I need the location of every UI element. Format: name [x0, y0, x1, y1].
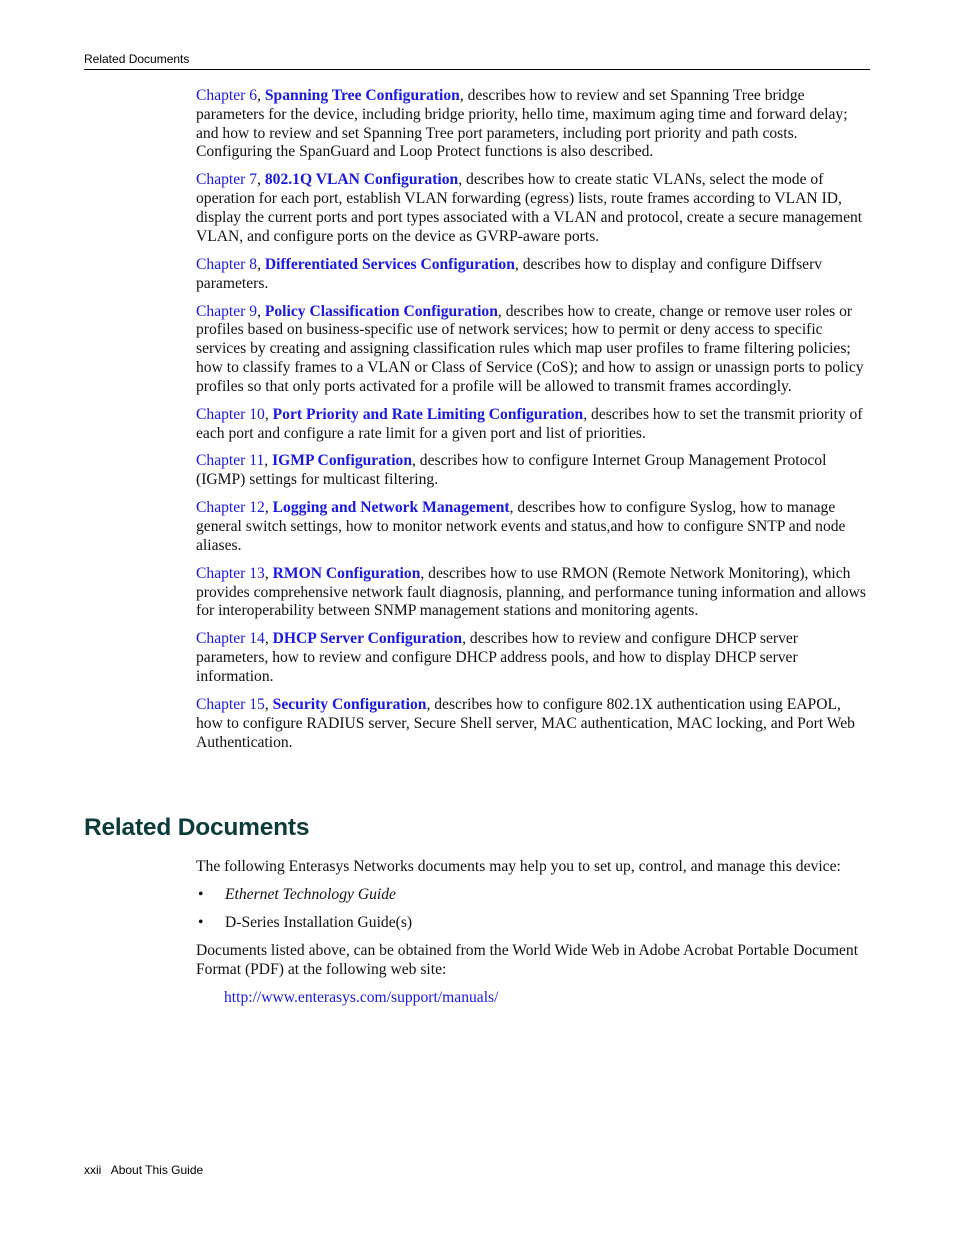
chapter-entry: Chapter 9, Policy Classification Configu… — [196, 302, 864, 395]
chapter-title-link[interactable]: Security Configuration — [273, 696, 427, 713]
chapter-entry: Chapter 15, Security Configuration, desc… — [196, 696, 855, 751]
document-title: D-Series Installation Guide(s) — [225, 913, 413, 931]
chapter-title-link[interactable]: Logging and Network Management — [273, 499, 510, 516]
chapter-entry: Chapter 10, Port Priority and Rate Limit… — [196, 405, 863, 442]
chapter-title-link[interactable]: Port Priority and Rate Limiting Configur… — [273, 406, 584, 423]
chapter-title-link[interactable]: Differentiated Services Configuration — [265, 256, 515, 273]
chapter-ref-link[interactable]: Chapter 13 — [196, 565, 265, 582]
chapter-entry: Chapter 12, Logging and Network Manageme… — [196, 499, 846, 554]
related-intro: The following Enterasys Networks documen… — [196, 858, 841, 875]
chapter-entry: Chapter 11, IGMP Configuration, describe… — [196, 452, 827, 489]
chapter-entry: Chapter 13, RMON Configuration, describe… — [196, 564, 866, 620]
footer-section-title: About This Guide — [110, 1163, 204, 1177]
running-header-title: Related Documents — [84, 52, 190, 66]
chapter-ref-link[interactable]: Chapter 12 — [196, 499, 265, 516]
related-documents-list: • Ethernet Technology Guide • D-Series I… — [196, 886, 871, 933]
document-title: Ethernet Technology Guide — [225, 885, 396, 903]
chapter-title-link[interactable]: IGMP Configuration — [272, 452, 412, 469]
chapter-entry: Chapter 8, Differentiated Services Confi… — [196, 255, 823, 292]
bullet-icon: • — [198, 885, 204, 903]
chapter-ref-link[interactable]: Chapter 14 — [196, 630, 265, 647]
bullet-icon: • — [198, 913, 204, 931]
chapter-title-link[interactable]: Policy Classification Configuration — [265, 303, 498, 320]
chapter-title-link[interactable]: 802.1Q VLAN Configuration — [265, 171, 458, 188]
chapter-entry: Chapter 6, Spanning Tree Configuration, … — [196, 87, 848, 161]
chapter-ref-link[interactable]: Chapter 6 — [196, 87, 257, 104]
manuals-url-link[interactable]: http://www.enterasys.com/support/manuals… — [224, 989, 871, 1008]
list-item: • D-Series Installation Guide(s) — [196, 914, 871, 933]
availability-note: Documents listed above, can be obtained … — [196, 941, 859, 978]
chapter-ref-link[interactable]: Chapter 8 — [196, 256, 257, 273]
chapter-title-link[interactable]: Spanning Tree Configuration — [265, 87, 460, 104]
header-divider — [84, 69, 870, 70]
chapter-ref-link[interactable]: Chapter 10 — [196, 406, 265, 423]
chapter-ref-link[interactable]: Chapter 9 — [196, 303, 257, 320]
chapter-entry: Chapter 7, 802.1Q VLAN Configuration, de… — [196, 171, 863, 245]
chapter-title-link[interactable]: RMON Configuration — [273, 565, 421, 582]
chapter-title-link[interactable]: DHCP Server Configuration — [273, 630, 462, 647]
chapter-descriptions: Chapter 6, Spanning Tree Configuration, … — [196, 87, 871, 762]
list-item: • Ethernet Technology Guide — [196, 886, 871, 905]
related-documents-body: The following Enterasys Networks documen… — [196, 858, 871, 1008]
chapter-ref-link[interactable]: Chapter 11 — [196, 452, 264, 469]
section-heading-related-documents: Related Documents — [84, 814, 310, 841]
chapter-ref-link[interactable]: Chapter 7 — [196, 171, 257, 188]
page-footer: xxii About This Guide — [84, 1163, 203, 1177]
page-number: xxii — [84, 1163, 102, 1177]
chapter-ref-link[interactable]: Chapter 15 — [196, 696, 265, 713]
chapter-entry: Chapter 14, DHCP Server Configuration, d… — [196, 630, 798, 686]
